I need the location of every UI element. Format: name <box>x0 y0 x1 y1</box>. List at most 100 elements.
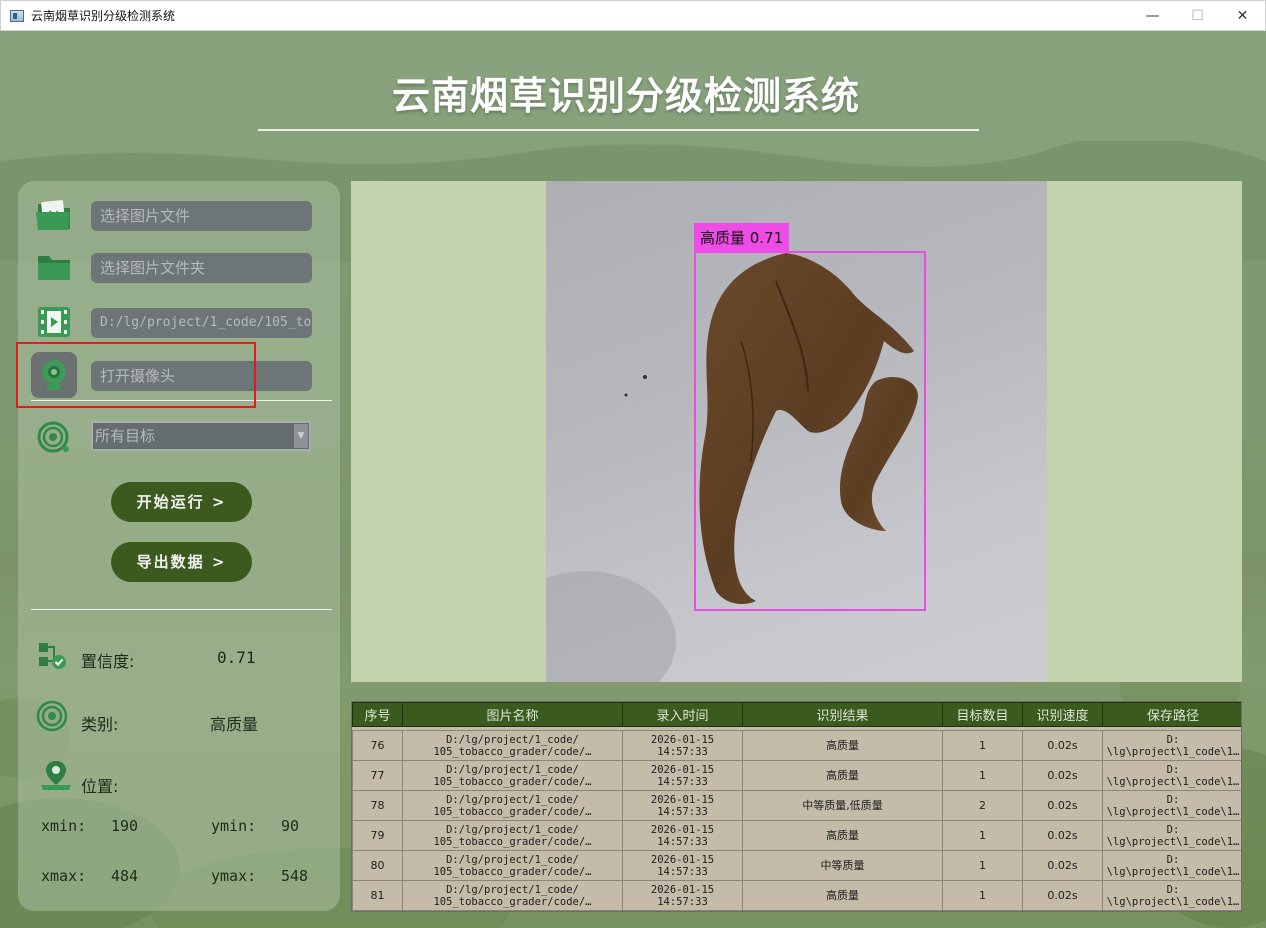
cell-name-line: D:/lg/project/1_code/ <box>446 793 579 806</box>
cell-name: D:/lg/project/1_code/105_tobacco_grader/… <box>402 760 623 791</box>
cell-count: 1 <box>942 730 1023 761</box>
close-button[interactable]: ✕ <box>1220 1 1265 31</box>
cell-count: 2 <box>942 790 1023 821</box>
cell-time: 2026-01-15 14:57:33 <box>622 760 743 791</box>
cell-count: 1 <box>942 820 1023 851</box>
target-select-value: 所有目标 <box>95 427 156 445</box>
page-title: 云南烟草识别分级检测系统 <box>391 74 860 118</box>
cell-index: 80 <box>352 850 403 881</box>
cell-date: 2026-01-15 <box>650 793 715 806</box>
video-path-input[interactable]: D:/lg/project/1_code/105_tobacco <box>91 308 312 338</box>
cell-name-line: D:/lg/project/1_code/ <box>446 883 579 896</box>
ymin-label: ymin: <box>211 817 257 835</box>
column-header-name[interactable]: 图片名称 <box>402 702 623 727</box>
maximize-button[interactable]: ☐ <box>1175 1 1220 31</box>
video-icon[interactable] <box>31 299 77 345</box>
column-header-count[interactable]: 目标数目 <box>942 702 1023 727</box>
cell-result: 高质量 <box>742 730 943 761</box>
cell-save-path: D: \lg\project\1_code\1… <box>1102 730 1241 761</box>
table-row[interactable]: 79 D:/lg/project/1_code/105_tobacco_grad… <box>352 820 1241 851</box>
ymax-label: ymax: <box>211 867 257 885</box>
divider <box>31 609 332 610</box>
class-label: 类别: <box>81 715 119 734</box>
image-file-input[interactable]: 选择图片文件 <box>91 201 312 231</box>
cell-path-line: D: <box>1166 853 1180 866</box>
cell-path-line: D: <box>1166 763 1180 776</box>
cell-date: 2026-01-15 <box>650 823 715 836</box>
ymin-value: 90 <box>281 817 300 835</box>
column-header-result[interactable]: 识别结果 <box>742 702 943 727</box>
cell-time: 2026-01-15 14:57:33 <box>622 790 743 821</box>
window-titlebar: 云南烟草识别分级检测系统 — ☐ ✕ <box>0 0 1266 31</box>
target-icon <box>31 415 77 461</box>
folder-icon[interactable] <box>31 244 77 290</box>
cell-name-line: 105_tobacco_grader/code/… <box>433 895 592 908</box>
cell-clock: 14:57:33 <box>657 895 708 908</box>
cell-clock: 14:57:33 <box>657 775 708 788</box>
detection-label: 高质量 0.71 <box>694 223 790 253</box>
cell-count: 1 <box>942 850 1023 881</box>
cell-date: 2026-01-15 <box>650 853 715 866</box>
cell-time: 2026-01-15 14:57:33 <box>622 820 743 851</box>
cell-path-line: D: <box>1166 733 1180 746</box>
cell-name: D:/lg/project/1_code/105_tobacco_grader/… <box>402 820 623 851</box>
cell-path-line: D: <box>1166 793 1180 806</box>
cell-save-path: D: \lg\project\1_code\1… <box>1102 820 1241 851</box>
confidence-value: 0.71 <box>217 648 256 667</box>
cell-path-line: D: <box>1166 823 1180 836</box>
start-button[interactable]: 开始运行 > <box>111 482 252 522</box>
image-file-icon[interactable] <box>31 192 77 238</box>
minimize-button[interactable]: — <box>1130 1 1175 31</box>
cell-name-line: 105_tobacco_grader/code/… <box>433 835 592 848</box>
table-row[interactable]: 76 D:/lg/project/1_code/105_tobacco_grad… <box>352 730 1241 761</box>
cell-speed: 0.02s <box>1022 790 1103 821</box>
xmax-value: 484 <box>111 867 139 885</box>
target-select[interactable]: 所有目标 ▼ <box>91 421 311 451</box>
cell-result: 中等质量,低质量 <box>742 790 943 821</box>
column-header-index[interactable]: 序号 <box>352 702 403 727</box>
cell-result: 高质量 <box>742 760 943 791</box>
cell-name-line: D:/lg/project/1_code/ <box>446 823 579 836</box>
cell-time: 2026-01-15 14:57:33 <box>622 880 743 911</box>
chevron-down-icon[interactable]: ▼ <box>294 424 308 448</box>
table-row[interactable]: 80 D:/lg/project/1_code/105_tobacco_grad… <box>352 850 1241 881</box>
cell-index: 77 <box>352 760 403 791</box>
xmax-label: xmax: <box>41 867 87 885</box>
cell-index: 81 <box>352 880 403 911</box>
cell-name: D:/lg/project/1_code/105_tobacco_grader/… <box>402 730 623 761</box>
table-row[interactable]: 81 D:/lg/project/1_code/105_tobacco_grad… <box>352 880 1241 911</box>
cell-result: 高质量 <box>742 820 943 851</box>
export-button[interactable]: 导出数据 > <box>111 542 252 582</box>
xmin-value: 190 <box>111 817 139 835</box>
location-icon <box>38 757 74 793</box>
cell-clock: 14:57:33 <box>657 835 708 848</box>
cell-save-path: D: \lg\project\1_code\1… <box>1102 880 1241 911</box>
window-controls: — ☐ ✕ <box>1130 1 1265 31</box>
cell-speed: 0.02s <box>1022 730 1103 761</box>
cell-speed: 0.02s <box>1022 760 1103 791</box>
cell-result: 高质量 <box>742 880 943 911</box>
cell-name: D:/lg/project/1_code/105_tobacco_grader/… <box>402 790 623 821</box>
cell-name-line: D:/lg/project/1_code/ <box>446 853 579 866</box>
cell-speed: 0.02s <box>1022 850 1103 881</box>
detection-bounding-box <box>694 251 926 611</box>
cell-index: 79 <box>352 820 403 851</box>
control-panel: 选择图片文件 选择图片文件夹 D:/lg/project/1_code/105_… <box>18 181 340 911</box>
cell-name: D:/lg/project/1_code/105_tobacco_grader/… <box>402 850 623 881</box>
cell-clock: 14:57:33 <box>657 745 708 758</box>
table-row[interactable]: 77 D:/lg/project/1_code/105_tobacco_grad… <box>352 760 1241 791</box>
cell-path-line: \lg\project\1_code\1… <box>1106 745 1240 758</box>
table-row[interactable]: 78 D:/lg/project/1_code/105_tobacco_grad… <box>352 790 1241 821</box>
app-body: 云南烟草识别分级检测系统 选择图片文件 选择图片文件夹 D:/lg/projec… <box>0 31 1266 928</box>
confidence-label: 置信度: <box>81 652 135 671</box>
cell-clock: 14:57:33 <box>657 805 708 818</box>
column-header-time[interactable]: 录入时间 <box>622 702 743 727</box>
cell-speed: 0.02s <box>1022 880 1103 911</box>
xmin-label: xmin: <box>41 817 87 835</box>
image-folder-input[interactable]: 选择图片文件夹 <box>91 253 312 283</box>
results-table[interactable]: 序号 图片名称 录入时间 识别结果 目标数目 识别速度 保存路径 76 D:/l… <box>351 701 1242 912</box>
class-value: 高质量 <box>210 715 259 734</box>
column-header-path[interactable]: 保存路径 <box>1102 702 1241 727</box>
cell-path-line: \lg\project\1_code\1… <box>1106 775 1240 788</box>
column-header-speed[interactable]: 识别速度 <box>1022 702 1103 727</box>
